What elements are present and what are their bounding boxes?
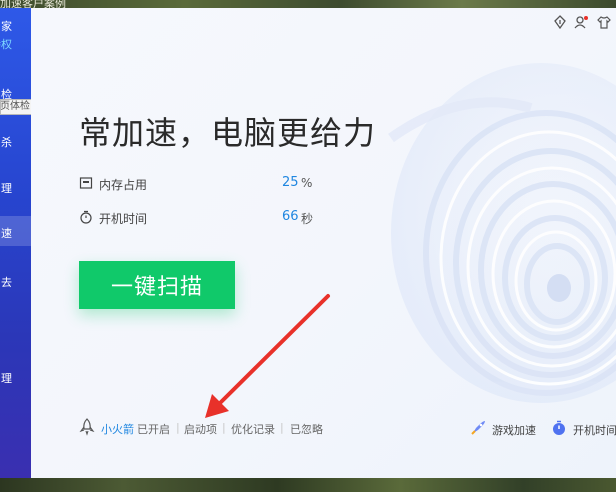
optimize-history-link[interactable]: 优化记录 — [231, 421, 275, 437]
memory-icon — [79, 177, 93, 189]
skin-icon[interactable] — [552, 14, 568, 30]
shirt-icon[interactable] — [596, 14, 612, 30]
speedup-panel: 常加速，电脑更给力 内存占用 25 % 开机时间 66 秒 一键扫描 小火箭 已… — [31, 8, 616, 478]
desktop-top-strip — [0, 0, 616, 8]
sidebar-item-label: 杀 — [1, 136, 12, 149]
startup-items-link[interactable]: 启动项 — [184, 421, 217, 437]
tooltip-text: 首页体检 — [0, 101, 30, 112]
background-swirl-art — [388, 63, 616, 403]
rocket-game-icon — [471, 421, 485, 435]
desktop-bottom-strip — [0, 478, 616, 492]
rocket-icon — [79, 418, 95, 436]
user-icon[interactable] — [573, 14, 589, 30]
rocket-link[interactable]: 小火箭 — [101, 421, 134, 437]
boot-time-unit: 秒 — [301, 212, 314, 226]
separator: | — [222, 421, 226, 434]
boot-time-label: 开机时间 — [99, 212, 148, 226]
separator: | — [176, 421, 180, 434]
sidebar-item-label: 特权 — [0, 38, 12, 51]
page-title: 常加速，电脑更给力 — [79, 114, 377, 152]
one-click-scan-button[interactable]: 一键扫描 — [79, 261, 235, 309]
sidebar-item-label: 去 — [1, 276, 12, 289]
game-boost-label: 游戏加速 — [492, 424, 536, 437]
sidebar-item-label: 家 — [1, 20, 12, 33]
memory-label: 内存占用 — [99, 178, 148, 192]
stopwatch-icon — [553, 420, 565, 435]
sidebar-item-label: 理 — [1, 182, 12, 195]
memory-value: 25 — [282, 175, 299, 190]
sidebar-item-label: 速 — [1, 227, 12, 240]
sidebar: 家 特权 检 杀 理 速 去 理 — [0, 8, 31, 478]
separator: | — [280, 421, 284, 434]
sidebar-item-speedup[interactable]: 速 — [0, 216, 31, 246]
ignored-link[interactable]: 已忽略 — [290, 421, 323, 437]
memory-unit: % — [301, 176, 313, 190]
rocket-status: 已开启 — [137, 423, 170, 436]
boot-time-value: 66 — [282, 209, 299, 224]
timer-icon — [80, 210, 92, 224]
boot-time-shortcut-label: 开机时间 — [573, 424, 616, 437]
sidebar-item-label: 理 — [1, 372, 12, 385]
